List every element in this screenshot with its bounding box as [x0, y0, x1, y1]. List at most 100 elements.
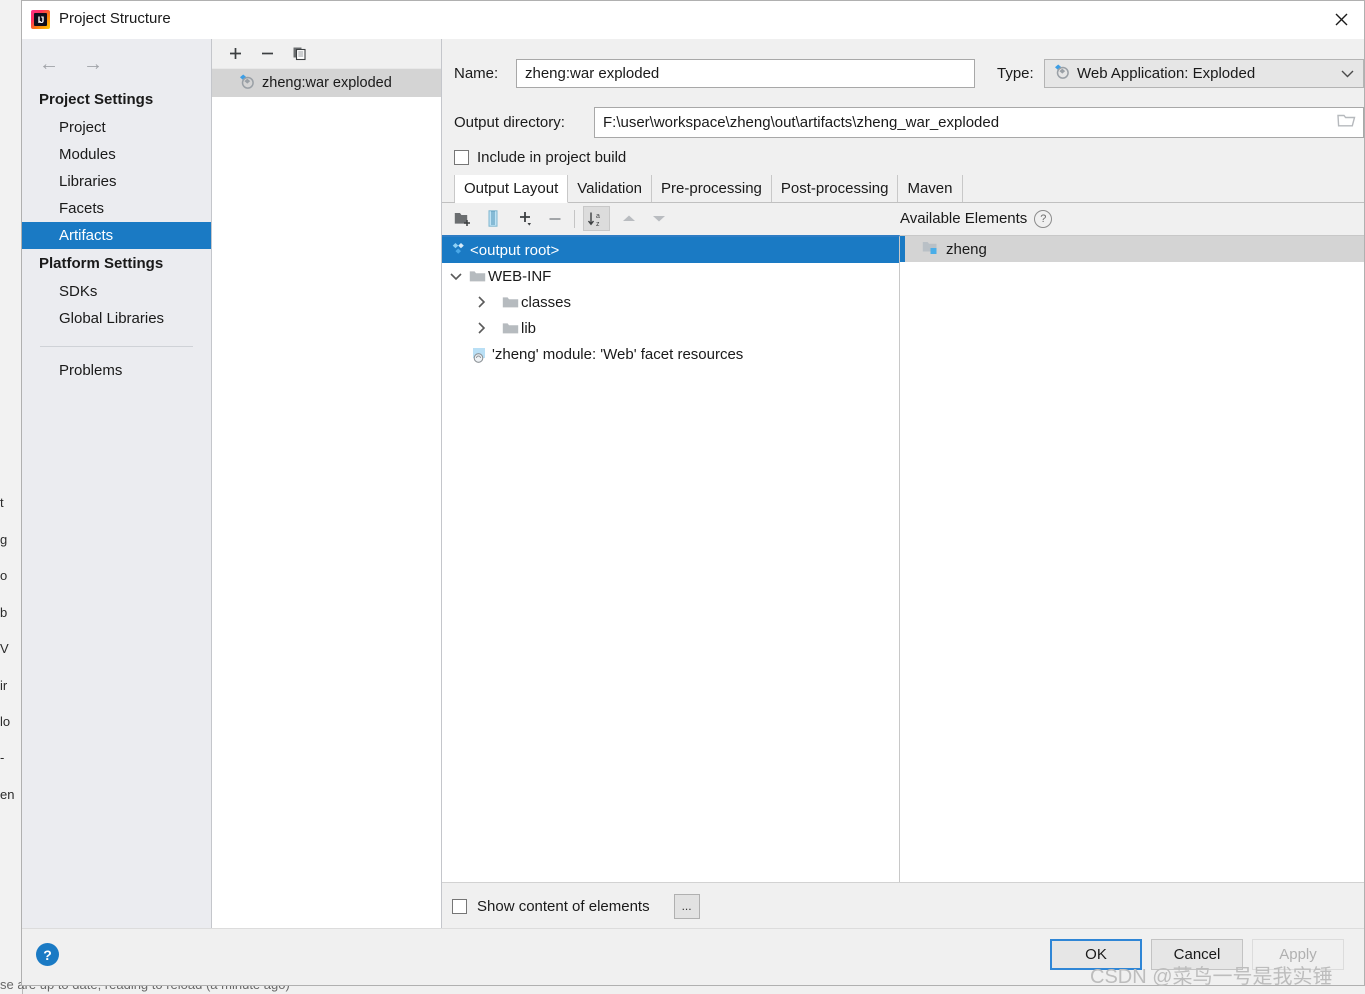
sidebar-item-libraries[interactable]: Libraries — [22, 168, 211, 195]
chevron-right-icon[interactable] — [471, 322, 491, 334]
sidebar-item-facets[interactable]: Facets — [22, 195, 211, 222]
name-label: Name: — [454, 65, 499, 82]
list-item[interactable]: zheng — [900, 236, 1364, 262]
tab-post-processing[interactable]: Post-processing — [771, 175, 899, 202]
triangle-up-icon[interactable] — [618, 208, 640, 230]
artifacts-toolbar — [212, 39, 441, 69]
sidebar-item-problems[interactable]: Problems — [22, 357, 211, 384]
chevron-right-icon[interactable] — [471, 296, 491, 308]
sort-az-icon[interactable]: a z — [583, 206, 610, 231]
tab-output-layout[interactable]: Output Layout — [455, 175, 569, 203]
folder-icon[interactable] — [1337, 108, 1356, 137]
dialog-titlebar: IJ Project Structure — [22, 1, 1364, 40]
type-label: Type: — [997, 65, 1034, 82]
nav-history-controls: ← → — [30, 47, 200, 81]
apply-button[interactable]: Apply — [1252, 939, 1344, 970]
new-folder-icon[interactable] — [452, 208, 474, 230]
available-elements-list: zheng — [900, 235, 1364, 883]
cancel-button[interactable]: Cancel — [1151, 939, 1243, 970]
question-mark-icon[interactable]: ? — [1034, 209, 1053, 228]
artifact-icon — [1053, 63, 1070, 84]
output-directory-value: F:\user\workspace\zheng\out\artifacts\zh… — [603, 114, 1000, 131]
tree-row-label: <output root> — [470, 241, 560, 259]
sidebar-item-artifacts[interactable]: Artifacts — [22, 222, 211, 249]
tab-validation[interactable]: Validation — [568, 175, 653, 202]
toolbar-divider — [574, 209, 575, 228]
show-content-more-button[interactable]: ... — [673, 893, 700, 919]
screen: t g o b V ir lo - en se are up to date; … — [0, 0, 1365, 994]
output-directory-label: Output directory: — [454, 114, 565, 131]
plus-dropdown-icon[interactable] — [514, 208, 536, 230]
facet-resources-icon — [470, 346, 492, 363]
tree-row[interactable]: 'zheng' module: 'Web' facet resources — [442, 341, 899, 367]
show-content-label: Show content of elements — [477, 897, 650, 915]
list-item-label: zheng — [946, 240, 987, 258]
list-item[interactable]: zheng:war exploded — [212, 69, 441, 97]
tabs-leading-spacer — [442, 175, 455, 202]
archive-icon[interactable] — [482, 208, 504, 230]
triangle-down-icon[interactable] — [648, 208, 670, 230]
include-in-build-row: Include in project build — [454, 147, 1364, 167]
tab-label: Post-processing — [780, 180, 889, 197]
minus-icon[interactable] — [544, 208, 566, 230]
tab-pre-processing[interactable]: Pre-processing — [652, 175, 772, 202]
output-directory-row: Output directory: F:\user\workspace\zhen… — [442, 107, 1364, 139]
tree-row[interactable]: WEB-INF — [442, 263, 899, 289]
tab-maven[interactable]: Maven — [898, 175, 963, 202]
svg-text:a: a — [596, 213, 600, 220]
output-layout-toolbar: a z Available Elements ? — [442, 203, 1364, 234]
list-item-label: zheng:war exploded — [262, 75, 392, 91]
sidebar-item-global-libraries[interactable]: Global Libraries — [22, 305, 211, 332]
available-elements-title: Available Elements — [900, 210, 1028, 227]
output-layout-tree: <output root> WEB-INF classes lib 'zheng… — [442, 235, 900, 883]
sidebar-item-project[interactable]: Project — [22, 114, 211, 141]
tab-label: Pre-processing — [661, 180, 762, 197]
arrow-right-icon[interactable]: → — [81, 52, 105, 76]
dialog-body: ← → Project Settings Project Modules Lib… — [22, 39, 1364, 929]
module-folder-icon — [922, 240, 940, 259]
folder-icon — [466, 269, 488, 283]
project-structure-dialog: IJ Project Structure ← → Project Setting… — [21, 0, 1365, 986]
output-directory-input[interactable]: F:\user\workspace\zheng\out\artifacts\zh… — [594, 107, 1364, 138]
help-button[interactable]: ? — [36, 943, 59, 966]
tree-row-label: WEB-INF — [488, 267, 552, 285]
artifact-root-icon — [448, 242, 470, 258]
minus-icon[interactable] — [256, 43, 278, 65]
plus-icon[interactable] — [224, 43, 246, 65]
tree-row[interactable]: <output root> — [442, 237, 899, 263]
tree-row[interactable]: classes — [442, 289, 899, 315]
tree-row-label: classes — [521, 293, 572, 311]
tree-row-label: lib — [521, 319, 537, 337]
artifact-type-dropdown[interactable]: Web Application: Exploded — [1044, 59, 1364, 88]
tab-label: Validation — [577, 180, 643, 197]
include-in-build-label: Include in project build — [477, 148, 627, 166]
sidebar-item-sdks[interactable]: SDKs — [22, 278, 211, 305]
arrow-left-icon[interactable]: ← — [37, 52, 61, 76]
artifacts-list-panel: zheng:war exploded — [212, 39, 442, 929]
output-layout-options: Show content of elements ... — [442, 882, 1364, 929]
tab-label: Maven — [907, 180, 953, 197]
settings-navigation: ← → Project Settings Project Modules Lib… — [22, 39, 212, 929]
tree-row-label: 'zheng' module: 'Web' facet resources — [492, 345, 744, 363]
sidebar-item-modules[interactable]: Modules — [22, 141, 211, 168]
available-elements-header: Available Elements ? — [900, 203, 1053, 234]
artifact-icon — [238, 73, 255, 94]
nav-divider — [40, 346, 193, 347]
dialog-footer: ? OK Cancel Apply — [22, 928, 1364, 985]
editor-tabs: Output Layout Validation Pre-processing … — [442, 175, 1364, 203]
svg-text:z: z — [596, 221, 600, 227]
nav-list: Project Settings Project Modules Librari… — [22, 85, 211, 384]
artifact-name-input[interactable] — [516, 59, 975, 88]
close-icon[interactable] — [1318, 1, 1364, 38]
copy-icon[interactable] — [288, 43, 310, 65]
folder-icon — [499, 321, 521, 335]
folder-icon — [499, 295, 521, 309]
chevron-down-icon[interactable] — [446, 272, 466, 281]
tree-row[interactable]: lib — [442, 315, 899, 341]
ok-button[interactable]: OK — [1050, 939, 1142, 970]
include-in-build-checkbox[interactable] — [454, 149, 469, 165]
show-content-checkbox[interactable] — [452, 898, 467, 914]
tabs-trailing-spacer — [963, 175, 1365, 202]
artifact-type-value: Web Application: Exploded — [1077, 65, 1256, 82]
intellij-idea-icon: IJ — [31, 10, 50, 29]
